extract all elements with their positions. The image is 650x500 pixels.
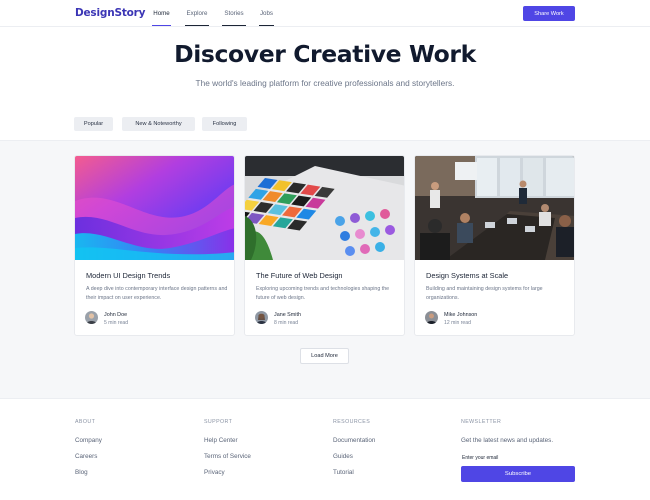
brand-logo[interactable]: DesignStory (75, 7, 145, 19)
filter-new-noteworthy[interactable]: New & Noteworthy (122, 117, 195, 131)
load-more-button[interactable]: Load More (300, 348, 349, 364)
footer-heading-about: ABOUT (75, 419, 96, 425)
hero-subtitle: The world's leading platform for creativ… (195, 78, 455, 88)
card-title[interactable]: Modern UI Design Trends (86, 271, 170, 280)
card-description: Building and maintaining design systems … (426, 286, 543, 301)
footer-heading-newsletter: NEWSLETTER (461, 419, 502, 425)
story-card[interactable]: Design Systems at Scale Building and mai… (414, 155, 575, 336)
footer-link-privacy[interactable]: Privacy (204, 469, 225, 476)
subscribe-button[interactable]: Subscribe (461, 466, 575, 482)
filter-following[interactable]: Following (202, 117, 247, 131)
footer-link-company[interactable]: Company (75, 437, 102, 444)
footer-link-tutorial[interactable]: Tutorial (333, 469, 354, 476)
card-description: A deep dive into contemporary interface … (86, 286, 228, 301)
author-avatar (425, 311, 438, 324)
footer-link-careers[interactable]: Careers (75, 453, 97, 460)
read-time: 8 min read (274, 320, 299, 326)
hero-title: Discover Creative Work (174, 40, 476, 68)
newsletter-email-input[interactable] (461, 453, 575, 463)
filter-popular[interactable]: Popular (74, 117, 113, 131)
read-time: 12 min read (444, 320, 471, 326)
share-work-button[interactable]: Share Work (523, 6, 575, 21)
footer-heading-support: SUPPORT (204, 419, 233, 425)
footer-link-terms[interactable]: Terms of Service (204, 453, 251, 460)
newsletter-text: Get the latest news and updates. (461, 437, 554, 444)
author-name: John Doe (104, 312, 128, 318)
footer-link-documentation[interactable]: Documentation (333, 437, 375, 444)
footer-link-guides[interactable]: Guides (333, 453, 353, 460)
author-avatar (255, 311, 268, 324)
footer-heading-resources: RESOURCES (333, 419, 371, 425)
top-navigation-bar: DesignStory Home Explore Stories Jobs Sh… (0, 0, 650, 27)
conference-meeting-room-image[interactable] (415, 156, 574, 260)
nav-home[interactable]: Home (152, 10, 171, 26)
author-name: Mike Johnson (444, 312, 478, 318)
card-title[interactable]: The Future of Web Design (256, 271, 343, 280)
hero-section: Discover Creative Work The world's leadi… (0, 27, 650, 141)
nav-jobs[interactable]: Jobs (259, 10, 274, 26)
footer-link-help-center[interactable]: Help Center (204, 437, 238, 444)
story-card[interactable]: Modern UI Design Trends A deep dive into… (74, 155, 235, 336)
site-footer: ABOUT Company Careers Blog SUPPORT Help … (0, 398, 650, 500)
abstract-purple-waves-image[interactable] (75, 156, 234, 260)
story-card[interactable]: The Future of Web Design Exploring upcom… (244, 155, 405, 336)
card-description: Exploring upcoming trends and technologi… (256, 286, 390, 301)
nav-explore[interactable]: Explore (185, 10, 209, 26)
color-swatches-on-table-image[interactable] (245, 156, 404, 260)
card-title[interactable]: Design Systems at Scale (426, 271, 508, 280)
footer-link-blog[interactable]: Blog (75, 469, 88, 476)
author-avatar (85, 311, 98, 324)
author-name: Jane Smith (274, 312, 301, 318)
nav-stories[interactable]: Stories (222, 10, 246, 26)
read-time: 5 min read (104, 320, 129, 326)
